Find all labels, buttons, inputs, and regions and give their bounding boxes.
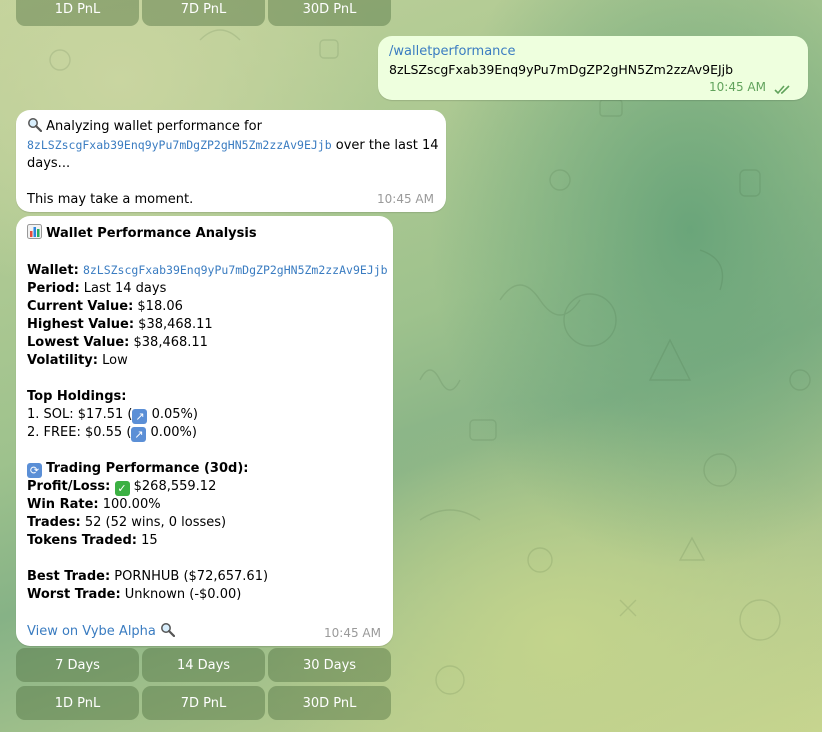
keyboard-top-row: 1D PnL 7D PnL 30D PnL	[16, 0, 391, 26]
button-1d-pnl[interactable]: 1D PnL	[16, 686, 139, 720]
arrow-up-right-icon: ↗	[132, 409, 148, 424]
message-time: 10:45 AM	[377, 192, 434, 206]
current-value-label: Current Value:	[27, 299, 134, 314]
user-message: /walletperformance 8zLSZscgFxab39Enq9yPu…	[378, 36, 808, 100]
message-time: 10:45 AM	[324, 626, 381, 640]
button-7d-pnl-top[interactable]: 7D PnL	[142, 0, 265, 26]
button-7d-pnl[interactable]: 7D PnL	[142, 686, 265, 720]
wallet-label: Wallet:	[27, 263, 79, 278]
arrow-up-right-icon: ↗	[131, 427, 147, 442]
button-30d-pnl-top[interactable]: 30D PnL	[268, 0, 391, 26]
volatility-value: Low	[97, 353, 128, 368]
command-link[interactable]: /walletperformance	[389, 44, 516, 59]
holding-item: 2. FREE: $0.55 (↗ 0.00%)	[27, 425, 197, 442]
pnl-value: $268,559.12	[129, 479, 217, 494]
bot-performance-message: Wallet Performance Analysis Wallet: 8zLS…	[16, 216, 393, 646]
bar-chart-icon	[27, 224, 42, 239]
trading-performance-title: Trading Performance (30d):	[46, 461, 249, 476]
magnifier-icon	[27, 117, 43, 133]
analyzing-prefix: Analyzing wallet performance for	[46, 119, 262, 134]
pnl-label: Profit/Loss:	[27, 479, 111, 494]
read-checkmarks-icon	[774, 85, 790, 95]
worst-trade-value: Unknown (-$0.00)	[120, 587, 242, 602]
holding-item: 1. SOL: $17.51 (↗ 0.05%)	[27, 407, 198, 424]
best-trade-value: PORNHUB ($72,657.61)	[110, 569, 269, 584]
bot-analyzing-message: Analyzing wallet performance for 8zLSZsc…	[16, 110, 446, 212]
period-value: Last 14 days	[79, 281, 167, 296]
analyzing-suffix-2: days...	[27, 156, 71, 171]
period-label: Period:	[27, 281, 80, 296]
wallet-address-link[interactable]: 8zLSZscgFxab39Enq9yPu7mDgZP2gHN5Zm2zzAv9…	[83, 263, 388, 277]
win-rate-label: Win Rate:	[27, 497, 99, 512]
vybe-alpha-link[interactable]: View on Vybe Alpha	[27, 624, 156, 639]
button-7-days[interactable]: 7 Days	[16, 648, 139, 682]
worst-trade-label: Worst Trade:	[27, 587, 121, 602]
tokens-traded-value: 15	[136, 533, 158, 548]
magnifier-icon	[160, 622, 176, 638]
button-30-days[interactable]: 30 Days	[268, 648, 391, 682]
win-rate-value: 100.00%	[98, 497, 161, 512]
button-14-days[interactable]: 14 Days	[142, 648, 265, 682]
refresh-icon: ⟳	[27, 463, 42, 478]
button-30d-pnl[interactable]: 30D PnL	[268, 686, 391, 720]
message-time: 10:45 AM	[709, 80, 766, 94]
analyzing-note: This may take a moment.	[27, 192, 194, 207]
highest-value-label: Highest Value:	[27, 317, 135, 332]
keyboard-row-pnl: 1D PnL 7D PnL 30D PnL	[16, 686, 391, 720]
tokens-traded-label: Tokens Traded:	[27, 533, 137, 548]
analysis-title: Wallet Performance Analysis	[46, 226, 257, 241]
check-mark-icon: ✓	[114, 481, 130, 496]
wallet-address-link[interactable]: 8zLSZscgFxab39Enq9yPu7mDgZP2gHN5Zm2zzAv9…	[27, 138, 332, 152]
lowest-value: $38,468.11	[129, 335, 208, 350]
best-trade-label: Best Trade:	[27, 569, 111, 584]
lowest-value-label: Lowest Value:	[27, 335, 130, 350]
volatility-label: Volatility:	[27, 353, 98, 368]
top-holdings-title: Top Holdings:	[27, 389, 127, 404]
highest-value: $38,468.11	[134, 317, 213, 332]
user-address: 8zLSZscgFxab39Enq9yPu7mDgZP2gHN5Zm2zzAv9…	[389, 62, 734, 77]
button-1d-pnl-top[interactable]: 1D PnL	[16, 0, 139, 26]
trades-value: 52 (52 wins, 0 losses)	[80, 515, 227, 530]
current-value: $18.06	[133, 299, 183, 314]
keyboard-row-days: 7 Days 14 Days 30 Days	[16, 648, 391, 682]
trades-label: Trades:	[27, 515, 81, 530]
analyzing-suffix: over the last 14	[331, 138, 439, 153]
